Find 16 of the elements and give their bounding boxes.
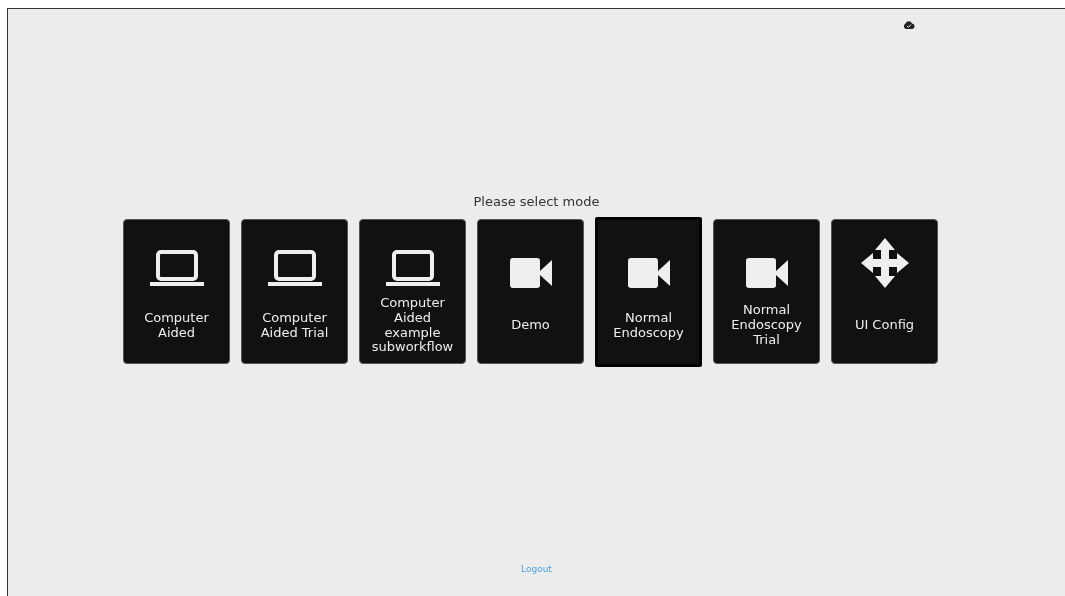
laptop-icon — [267, 250, 322, 288]
video-camera-icon — [745, 258, 788, 288]
mode-tile[interactable]: Normal Endoscopy — [595, 217, 702, 367]
cloud-check-icon — [903, 20, 915, 30]
laptop-icon — [385, 250, 440, 288]
prompt-text: Please select mode — [473, 194, 600, 209]
video-camera-icon — [627, 258, 670, 288]
mode-tile[interactable]: Computer Aided example subworkflow — [359, 219, 466, 364]
laptop-icon — [149, 250, 204, 288]
mode-tile[interactable]: Computer Aided — [123, 219, 230, 364]
mode-tile[interactable]: Normal Endoscopy Trial — [713, 219, 820, 364]
mode-tile[interactable]: Computer Aided Trial — [241, 219, 348, 364]
video-camera-icon — [509, 258, 552, 288]
mode-tile[interactable]: Demo — [477, 219, 584, 364]
mode-tile[interactable]: UI Config — [831, 219, 938, 364]
move-arrows-icon — [860, 238, 909, 288]
